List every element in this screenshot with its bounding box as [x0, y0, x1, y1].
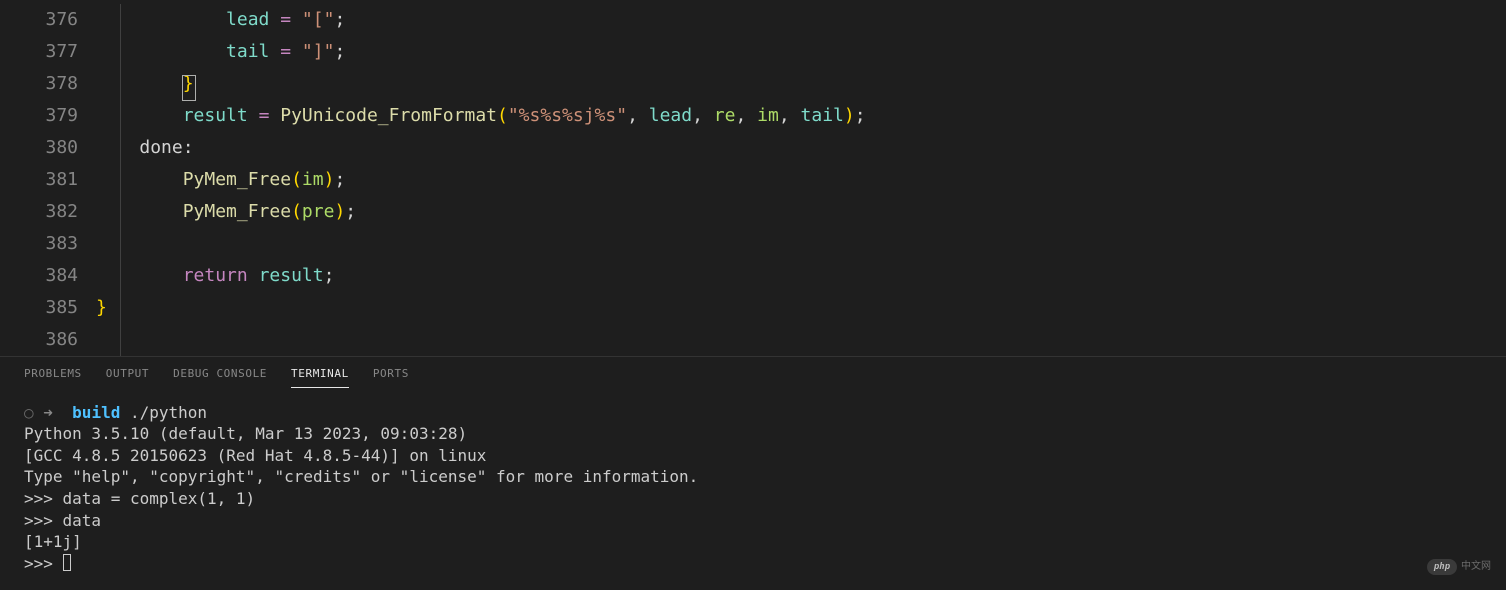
line-number: 378: [18, 68, 78, 100]
code-token: ;: [324, 265, 335, 286]
code-token: im: [302, 169, 324, 190]
code-token: (: [497, 105, 508, 126]
terminal-line: >>>: [24, 553, 1482, 575]
code-token: [248, 265, 259, 286]
code-token: tail: [226, 41, 269, 62]
code-token: PyUnicode_FromFormat: [280, 105, 497, 126]
line-number: 380: [18, 132, 78, 164]
code-token: =: [269, 41, 302, 62]
code-editor[interactable]: 376377378379380381382383384385386 lead =…: [0, 0, 1506, 356]
code-token: "]": [302, 41, 335, 62]
code-line[interactable]: result = PyUnicode_FromFormat("%s%s%sj%s…: [96, 100, 1506, 132]
code-line[interactable]: done:: [96, 132, 1506, 164]
line-number: 382: [18, 196, 78, 228]
tab-terminal[interactable]: TERMINAL: [291, 365, 349, 388]
line-number: 376: [18, 4, 78, 36]
code-token: }: [183, 73, 194, 94]
terminal-line: [GCC 4.8.5 20150623 (Red Hat 4.8.5-44)] …: [24, 445, 1482, 467]
code-token: (: [291, 169, 302, 190]
code-token: ,: [779, 105, 801, 126]
line-number: 381: [18, 164, 78, 196]
code-line[interactable]: }: [96, 68, 1506, 100]
terminal-line: [1+1j]: [24, 531, 1482, 553]
line-number: 379: [18, 100, 78, 132]
code-line[interactable]: }: [96, 292, 1506, 324]
code-token: "%s%s%sj%s": [508, 105, 627, 126]
code-token: result: [183, 105, 248, 126]
code-line[interactable]: tail = "]";: [96, 36, 1506, 68]
code-token: ): [334, 201, 345, 222]
code-token: ;: [345, 201, 356, 222]
glyph-margin: [0, 4, 18, 356]
code-token: PyMem_Free: [183, 201, 291, 222]
terminal-line: Type "help", "copyright", "credits" or "…: [24, 466, 1482, 488]
tab-problems[interactable]: PROBLEMS: [24, 365, 82, 388]
code-line[interactable]: lead = "[";: [96, 4, 1506, 36]
code-token: ,: [692, 105, 714, 126]
code-token: done:: [139, 137, 193, 158]
line-number: 377: [18, 36, 78, 68]
code-token: ;: [334, 9, 345, 30]
code-token: result: [259, 265, 324, 286]
terminal-line: Python 3.5.10 (default, Mar 13 2023, 09:…: [24, 423, 1482, 445]
code-token: ,: [735, 105, 757, 126]
code-token: return: [183, 265, 248, 286]
code-token: ;: [334, 41, 345, 62]
code-token: ): [324, 169, 335, 190]
terminal-line: >>> data: [24, 510, 1482, 532]
line-number: 385: [18, 292, 78, 324]
code-line[interactable]: [96, 228, 1506, 260]
code-token: tail: [801, 105, 844, 126]
terminal-view[interactable]: ○ ➜ build ./pythonPython 3.5.10 (default…: [0, 394, 1506, 590]
code-token: PyMem_Free: [183, 169, 291, 190]
terminal-cursor: [63, 554, 71, 571]
code-token: lead: [649, 105, 692, 126]
terminal-line: ○ ➜ build ./python: [24, 402, 1482, 424]
watermark-text: 中文网: [1461, 559, 1491, 575]
line-number-gutter: 376377378379380381382383384385386: [18, 4, 96, 356]
code-token: ,: [627, 105, 649, 126]
tab-debug-console[interactable]: DEBUG CONSOLE: [173, 365, 267, 388]
code-token: ;: [334, 169, 345, 190]
code-token: }: [96, 297, 107, 318]
line-number: 383: [18, 228, 78, 260]
line-number: 384: [18, 260, 78, 292]
code-token: pre: [302, 201, 335, 222]
code-token: im: [757, 105, 779, 126]
code-area[interactable]: lead = "["; tail = "]"; } result = PyUni…: [96, 4, 1506, 356]
code-token: ;: [855, 105, 866, 126]
code-line[interactable]: [96, 324, 1506, 356]
code-token: lead: [226, 9, 269, 30]
code-token: re: [714, 105, 736, 126]
code-line[interactable]: return result;: [96, 260, 1506, 292]
code-token: (: [291, 201, 302, 222]
line-number: 386: [18, 324, 78, 356]
code-line[interactable]: PyMem_Free(pre);: [96, 196, 1506, 228]
code-token: ): [844, 105, 855, 126]
php-logo-icon: php: [1427, 559, 1457, 575]
code-token: =: [269, 9, 302, 30]
terminal-line: >>> data = complex(1, 1): [24, 488, 1482, 510]
editor-cursor: [182, 75, 196, 101]
tab-ports[interactable]: PORTS: [373, 365, 409, 388]
code-line[interactable]: PyMem_Free(im);: [96, 164, 1506, 196]
panel-tabs: PROBLEMS OUTPUT DEBUG CONSOLE TERMINAL P…: [0, 357, 1506, 394]
watermark-badge: php 中文网: [1427, 559, 1491, 575]
code-token: "[": [302, 9, 335, 30]
bottom-panel: PROBLEMS OUTPUT DEBUG CONSOLE TERMINAL P…: [0, 356, 1506, 590]
code-token: =: [248, 105, 281, 126]
tab-output[interactable]: OUTPUT: [106, 365, 149, 388]
